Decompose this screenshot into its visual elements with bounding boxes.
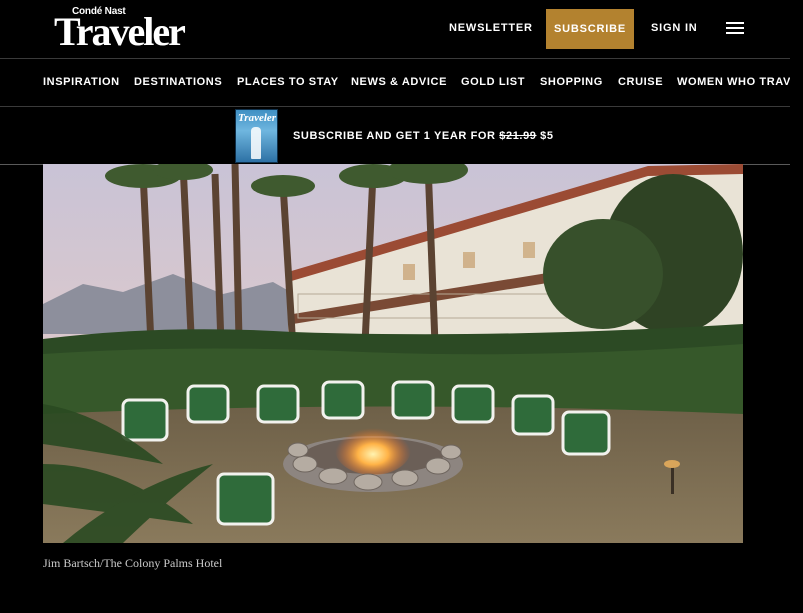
newsletter-link[interactable]: NEWSLETTER (449, 22, 533, 34)
traveler-logo[interactable]: Condé Nast Traveler (54, 6, 186, 54)
sign-in-link[interactable]: SIGN IN (651, 22, 698, 34)
top-header: Condé Nast Traveler NEWSLETTER SUBSCRIBE… (0, 0, 790, 59)
logo-wordmark: Traveler (54, 9, 186, 54)
promo-text[interactable]: SUBSCRIBE AND GET 1 YEAR FOR $21.99 $5 (293, 130, 554, 142)
nav-item-cruise[interactable]: CRUISE (618, 76, 663, 88)
magazine-cover-image: Traveler (235, 109, 278, 163)
hero-photo-firepit-courtyard (43, 164, 743, 543)
nav-item-women-who-travel[interactable]: WOMEN WHO TRAVEL (677, 76, 790, 88)
menu-icon[interactable] (726, 20, 744, 36)
cover-title: Traveler (238, 112, 277, 124)
photo-credit: Jim Bartsch/The Colony Palms Hotel (43, 556, 223, 570)
main-nav: INSPIRATION DESTINATIONS PLACES TO STAY … (0, 59, 790, 107)
nav-item-shopping[interactable]: SHOPPING (540, 76, 603, 88)
subscribe-button[interactable]: SUBSCRIBE (546, 9, 634, 49)
nav-item-destinations[interactable]: DESTINATIONS (134, 76, 222, 88)
page-scrollbar[interactable] (790, 0, 803, 613)
promo-new-price: $5 (540, 130, 554, 142)
nav-item-inspiration[interactable]: INSPIRATION (43, 76, 120, 88)
nav-item-gold-list[interactable]: GOLD LIST (461, 76, 525, 88)
nav-item-places-to-stay[interactable]: PLACES TO STAY (237, 76, 339, 88)
promo-text-prefix: SUBSCRIBE AND GET 1 YEAR FOR (293, 130, 500, 142)
subscribe-promo-banner[interactable]: Traveler SUBSCRIBE AND GET 1 YEAR FOR $2… (0, 107, 790, 165)
nav-item-news-advice[interactable]: NEWS & ADVICE (351, 76, 447, 88)
promo-old-price: $21.99 (499, 130, 537, 142)
